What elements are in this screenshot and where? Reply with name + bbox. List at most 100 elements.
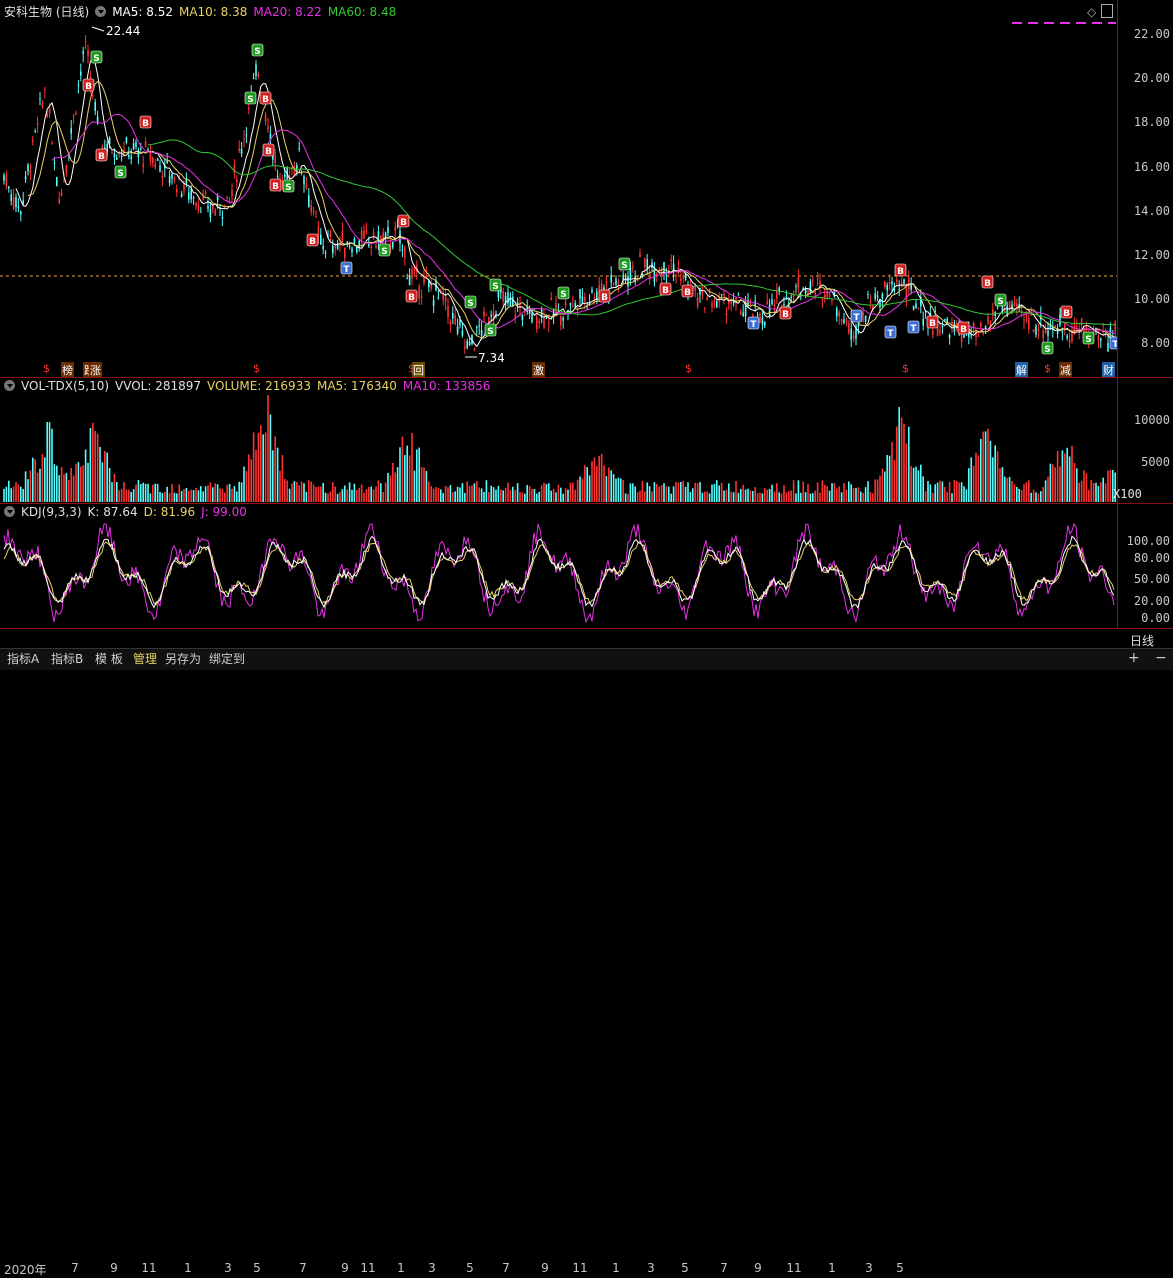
time-axis-label: 5 [253,1261,261,1275]
svg-text:S: S [1085,335,1091,345]
time-axis-label: 11 [786,1261,802,1275]
signal-badge: B [405,289,418,303]
signal-badge: T [884,325,897,339]
dropdown-icon[interactable] [4,380,15,391]
signal-badge: S [114,165,127,179]
signal-badge: B [82,78,95,92]
ma5-value: MA5: 8.52 [112,5,173,19]
price-axis: 22.00 20.00 18.00 16.00 14.00 12.00 10.00 8.00 [1117,0,1173,378]
signal-badge: B [259,91,272,105]
svg-text:S: S [285,183,291,193]
candlestick-chart[interactable]: SBBSBSS BBB SBTSBBSSSS BSB BTB TTBT BBBSSBS T [0,0,1117,378]
time-axis-label: 5 [681,1261,689,1275]
svg-text:S: S [621,261,627,271]
axis-tick-label: 10.00 [1133,292,1170,307]
time-axis-label: 11 [141,1261,157,1275]
diamond-icon[interactable]: ◇ [1087,5,1096,19]
time-axis-label: 1 [184,1261,192,1275]
signal-badge: S [1082,331,1095,345]
tab-save-as[interactable]: 另存为 [162,651,204,667]
event-mark[interactable]: 榜 [61,362,74,378]
svg-text:B: B [85,82,92,92]
dropdown-icon[interactable] [4,506,15,517]
vol-unit: X100 [1113,487,1142,501]
dropdown-icon[interactable] [95,6,107,17]
volume-axis: 10000 5000 X100 [1113,378,1173,504]
minus-icon[interactable]: − [1155,650,1167,666]
time-axis-label: 7 [720,1261,728,1275]
time-axis-label: 9 [541,1261,549,1275]
signal-badge: S [464,295,477,309]
event-mark[interactable]: $ [408,362,415,375]
time-axis-label: 9 [341,1261,349,1275]
volume-pane[interactable]: VOL-TDX(5,10) VVOL: 281897 VOLUME: 216933 M… [0,378,1117,504]
event-mark[interactable]: 激 [532,362,545,378]
svg-text:B: B [265,147,272,157]
tab-indicator-b[interactable]: 指标B [48,651,86,667]
svg-text:B: B [1063,309,1070,319]
price-pane[interactable]: SBBSBSSBBBSBTSBBSSSSBSBBTBTTBTBBBSSBST 安… [0,0,1117,378]
vol-ma5-value: MA5: 176340 [316,379,397,393]
signal-badge: S [557,286,570,300]
vol-ma10-value: MA10: 133856 [402,379,491,393]
svg-text:B: B [984,279,991,289]
svg-text:S: S [560,290,566,300]
signal-badge: S [484,323,497,337]
svg-text:B: B [960,325,967,335]
signal-badge: T [747,316,760,330]
svg-text:S: S [93,54,99,64]
high-label: 22.44 [106,24,141,38]
event-mark[interactable]: 解 [1015,362,1028,378]
kdj-pane[interactable]: KDJ(9,3,3) K: 87.64 D: 81.96 J: 99.00 [0,504,1117,628]
svg-text:B: B [142,119,149,129]
add-icon[interactable]: + [1128,650,1140,666]
bottom-tab-bar: 指标A 指标B 模 板 管理 另存为 绑定到 + − [0,648,1173,670]
event-mark[interactable]: $ [902,362,909,375]
svg-text:S: S [247,95,253,105]
time-axis-label: 3 [647,1261,655,1275]
axis-tick-label: 18.00 [1133,115,1170,130]
tab-indicator-a[interactable]: 指标A [4,651,42,667]
svg-text:T: T [910,324,917,334]
time-axis-label: 1 [828,1261,836,1275]
window-toggle-icon[interactable] [1101,4,1113,18]
event-mark[interactable]: 减 [1059,362,1072,378]
tab-bind-to[interactable]: 绑定到 [206,651,248,667]
svg-text:B: B [408,293,415,303]
signal-badge: S [90,50,103,64]
svg-text:B: B [400,218,407,228]
event-mark[interactable]: $ [43,362,50,375]
svg-text:B: B [262,95,269,105]
vol-indicator-name[interactable]: VOL-TDX(5,10) [21,379,109,393]
volume-chart[interactable] [0,378,1117,504]
tab-manage[interactable]: 管理 [130,651,160,667]
time-axis-label: 9 [110,1261,118,1275]
stock-name[interactable]: 安科生物 (日线) [4,5,89,19]
svg-text:S: S [997,297,1003,307]
kdj-chart[interactable] [0,504,1117,628]
axis-tick-label: 8.00 [1141,336,1170,351]
signal-badge: S [489,278,502,292]
kdj-indicator-name[interactable]: KDJ(9,3,3) [21,505,82,519]
signal-badge: B [397,214,410,228]
event-mark[interactable]: 涨 [89,362,102,378]
event-mark[interactable]: $ [685,362,692,375]
tab-template[interactable]: 模 板 [92,651,126,667]
event-mark[interactable]: 财 [1102,362,1115,378]
signal-badge: S [378,243,391,257]
ma20-value: MA20: 8.22 [253,5,322,19]
period-label[interactable]: 日线 [1130,632,1154,649]
event-mark[interactable]: $ [1044,362,1051,375]
signal-badge: S [282,179,295,193]
ma10-value: MA10: 8.38 [178,5,248,19]
signal-badge: B [681,284,694,298]
signal-badge: B [926,315,939,329]
signal-badge: S [1041,341,1054,355]
axis-tick-label: 10000 [1133,413,1170,427]
axis-tick-label: 50.00 [1133,572,1170,586]
svg-text:B: B [98,152,105,162]
svg-text:T: T [343,265,350,275]
event-mark[interactable]: $ [253,362,260,375]
signal-badge: B [262,143,275,157]
time-axis-label: 2020年 [4,1263,47,1277]
